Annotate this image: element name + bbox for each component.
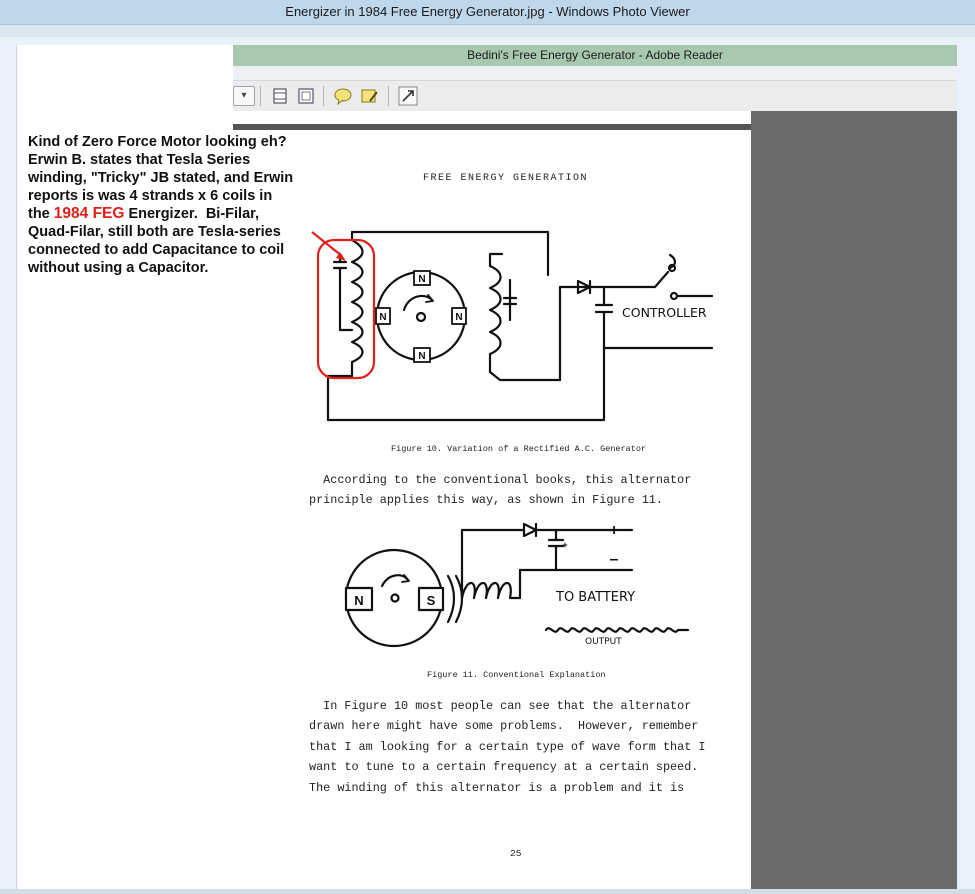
pole-label-s: S — [427, 593, 436, 608]
diode — [573, 279, 592, 295]
paragraph-1: According to the conventional books, thi… — [309, 473, 692, 508]
plus-label: + — [609, 522, 618, 539]
figure11-caption: Figure 11. Conventional Explanation — [427, 670, 606, 680]
pole-label: N — [418, 274, 425, 285]
output-label: OUTPUT — [585, 637, 622, 647]
cap-plus-label: + — [562, 540, 567, 550]
figure10-caption: Figure 10. Variation of a Rectified A.C.… — [391, 444, 647, 454]
right-coil — [488, 264, 502, 374]
page-number: 25 — [510, 848, 522, 859]
battery-label: TO BATTERY — [555, 590, 635, 605]
pole-label: N — [418, 351, 425, 362]
paragraph-2: In Figure 10 most people can see that th… — [309, 699, 706, 795]
minus-label: – — [610, 551, 619, 568]
coil-fig11 — [460, 568, 522, 600]
shaft — [415, 311, 427, 323]
left-coil — [350, 238, 364, 378]
pole-label: N — [379, 312, 386, 323]
rotor-arrow — [402, 294, 434, 312]
pole-label-n: N — [354, 593, 363, 608]
output-wave — [544, 627, 690, 633]
pole-label: N — [455, 312, 462, 323]
left-cap — [332, 253, 354, 332]
annotation-highlight-box — [316, 238, 376, 380]
controller-label: CONTROLLER — [622, 305, 707, 320]
left-coil-wire — [350, 230, 550, 277]
annotation-arrow — [311, 231, 343, 257]
